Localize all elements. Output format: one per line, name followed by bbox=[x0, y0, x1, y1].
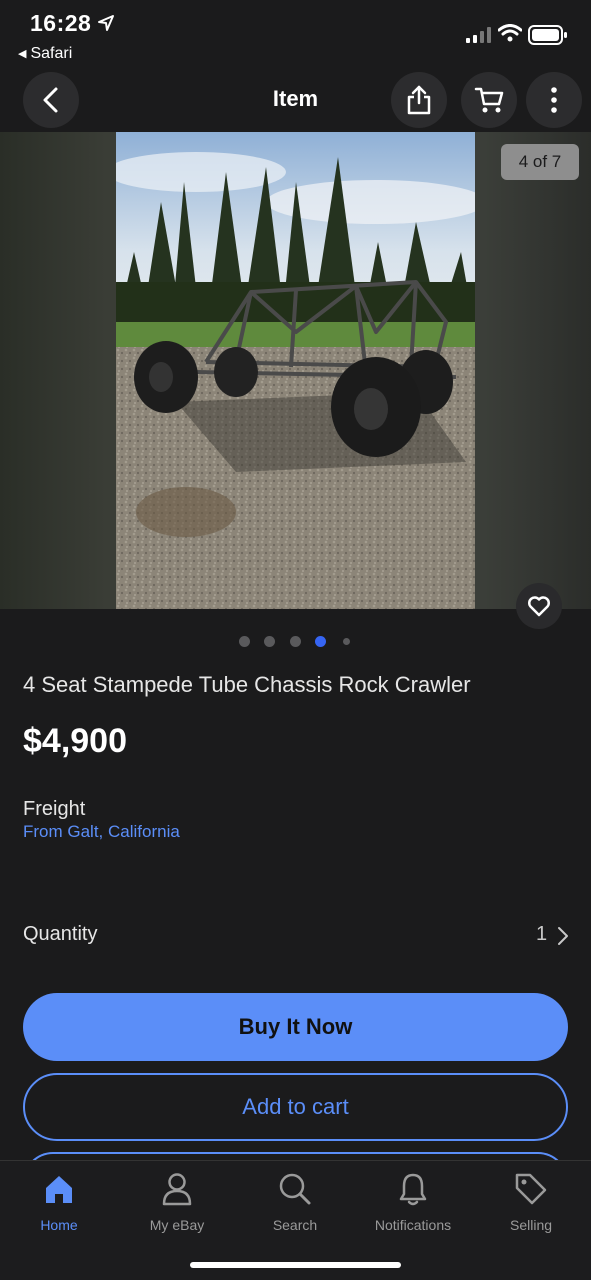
add-to-cart-button[interactable]: Add to cart bbox=[23, 1073, 568, 1141]
tab-selling-label: Selling bbox=[509, 1217, 553, 1233]
item-price: $4,900 bbox=[23, 722, 127, 760]
item-location: From Galt, California bbox=[23, 822, 180, 841]
home-indicator[interactable] bbox=[190, 1262, 401, 1268]
gallery-pagination bbox=[0, 636, 591, 648]
pagination-dot[interactable] bbox=[343, 638, 350, 645]
tab-my-ebay-label: My eBay bbox=[149, 1217, 205, 1233]
quantity-label: Quantity bbox=[23, 923, 98, 945]
item-title: 4 Seat Stampede Tube Chassis Rock Crawle… bbox=[23, 672, 471, 697]
share-icon bbox=[407, 85, 431, 115]
pagination-dot[interactable] bbox=[290, 636, 301, 647]
tab-search-label: Search bbox=[272, 1217, 318, 1233]
chevron-right-icon[interactable] bbox=[556, 925, 570, 947]
share-button[interactable] bbox=[391, 72, 447, 128]
home-icon bbox=[46, 1176, 72, 1203]
tab-notifications[interactable]: Notifications bbox=[354, 1169, 472, 1233]
back-to-app-link[interactable]: ◀ Safari bbox=[18, 45, 72, 63]
person-icon bbox=[162, 1173, 192, 1206]
tab-home-label: Home bbox=[40, 1217, 78, 1233]
tab-my-ebay[interactable]: My eBay bbox=[118, 1169, 236, 1233]
top-navigation: Item bbox=[0, 70, 591, 132]
rock-crawler-photo bbox=[116, 132, 475, 609]
heart-icon bbox=[528, 596, 550, 617]
cart-icon bbox=[474, 87, 504, 113]
status-time: 16:28 bbox=[30, 10, 92, 36]
shipping-method: Freight bbox=[23, 798, 86, 820]
tab-selling[interactable]: Selling bbox=[472, 1169, 590, 1233]
signal-icon bbox=[466, 27, 491, 43]
item-photo[interactable] bbox=[116, 132, 475, 609]
bell-icon bbox=[399, 1173, 427, 1206]
more-vertical-icon bbox=[551, 87, 557, 113]
back-app-label: Safari bbox=[30, 45, 73, 62]
cart-button[interactable] bbox=[461, 72, 517, 128]
back-triangle-icon: ◀ bbox=[18, 48, 27, 60]
quantity-value[interactable]: 1 bbox=[536, 923, 547, 946]
image-gallery[interactable] bbox=[0, 132, 591, 609]
pagination-dot-active[interactable] bbox=[315, 636, 326, 647]
tab-home[interactable]: Home bbox=[0, 1169, 118, 1233]
more-options-button[interactable] bbox=[526, 72, 582, 128]
tab-notifications-label: Notifications bbox=[374, 1217, 452, 1233]
watch-button[interactable] bbox=[516, 583, 562, 629]
image-counter: 4 of 7 bbox=[501, 144, 579, 180]
wifi-icon bbox=[498, 24, 522, 42]
battery-icon bbox=[528, 25, 567, 45]
search-icon bbox=[279, 1173, 311, 1205]
pagination-dot[interactable] bbox=[264, 636, 275, 647]
location-arrow-icon bbox=[98, 15, 114, 31]
status-bar: 16:28 ◀ Safari bbox=[0, 0, 591, 70]
tag-icon bbox=[515, 1173, 547, 1205]
buy-it-now-button[interactable]: Buy It Now bbox=[23, 993, 568, 1061]
pagination-dot[interactable] bbox=[239, 636, 250, 647]
tab-search[interactable]: Search bbox=[236, 1169, 354, 1233]
